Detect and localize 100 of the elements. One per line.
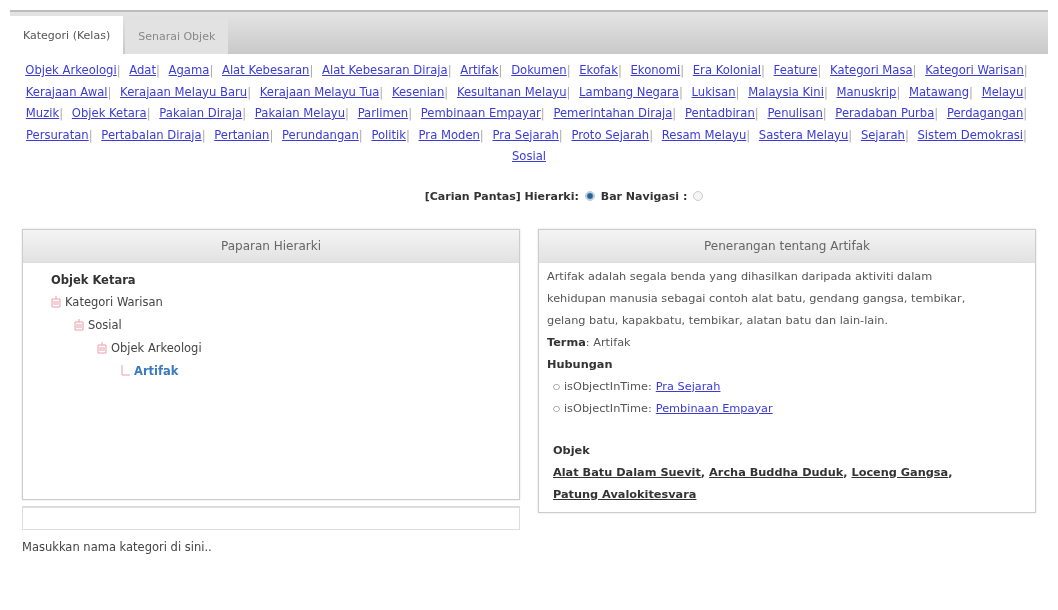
category-link[interactable]: Pertanian xyxy=(214,127,270,142)
category-link[interactable]: Persuratan xyxy=(26,127,89,142)
tree-item[interactable]: Kategori Warisan xyxy=(65,295,163,309)
radio-button[interactable] xyxy=(693,191,704,201)
category-link[interactable]: Artifak xyxy=(460,63,499,77)
category-link[interactable]: Pertabalan Diraja xyxy=(101,127,202,142)
object-link[interactable]: Patung Avalokitesvara xyxy=(553,487,697,501)
category-link[interactable]: Politik xyxy=(371,127,406,142)
category-link[interactable]: Era Kolonial xyxy=(692,63,761,77)
collapse-icon[interactable] xyxy=(74,319,84,331)
link-separator: | xyxy=(59,106,64,120)
category-link[interactable]: Perundangan xyxy=(281,127,359,142)
category-link[interactable]: Kerajaan Awal xyxy=(25,84,108,99)
link-separator: | xyxy=(540,106,545,120)
link-separator: | xyxy=(379,84,384,99)
tree-item[interactable]: Sosial xyxy=(88,318,122,332)
category-link[interactable]: Pakaian Diraja xyxy=(159,106,243,120)
link-separator: | xyxy=(735,84,740,99)
category-link[interactable]: Sistem Demokrasi xyxy=(917,127,1024,142)
link-separator: | xyxy=(822,106,827,120)
category-link[interactable]: Ekonomi xyxy=(630,63,681,77)
category-link[interactable]: Sosial xyxy=(511,149,546,163)
link-separator: | xyxy=(209,63,214,77)
relations-heading: Hubungan xyxy=(547,356,614,373)
link-separator: | xyxy=(904,127,909,142)
category-link[interactable]: Alat Kebesaran Diraja xyxy=(322,63,448,77)
category-link[interactable]: Kategori Warisan xyxy=(925,63,1024,77)
category-link[interactable]: Kesultanan Melayu xyxy=(456,84,567,99)
link-separator: | xyxy=(1023,106,1028,120)
category-link[interactable]: Dokumen xyxy=(511,63,567,77)
tree-line-icon xyxy=(120,365,130,377)
category-link[interactable]: Malaysia Kini xyxy=(748,84,824,99)
link-separator: | xyxy=(680,63,685,77)
object-link[interactable]: Alat Batu Dalam Suevit xyxy=(553,465,701,479)
link-separator: | xyxy=(566,84,571,99)
link-separator: | xyxy=(156,63,160,77)
link-separator: | xyxy=(309,63,314,77)
category-link[interactable]: Objek Ketara xyxy=(71,106,147,120)
category-link[interactable]: Muzik xyxy=(25,106,60,120)
category-link[interactable]: Kerajaan Melayu Tua xyxy=(259,84,380,99)
category-link[interactable]: Perdagangan xyxy=(946,106,1024,120)
link-separator: | xyxy=(88,127,93,142)
link-separator: | xyxy=(678,84,683,99)
link-separator: | xyxy=(408,106,413,120)
tree-item[interactable]: Objek Arkeologi xyxy=(111,341,202,355)
category-link[interactable]: Penulisan xyxy=(767,106,823,120)
link-separator: | xyxy=(848,127,853,142)
relation-property: isObjectInTime: xyxy=(564,378,652,395)
collapse-icon[interactable] xyxy=(97,342,107,354)
category-link[interactable]: Resam Melayu xyxy=(661,127,747,142)
link-separator: | xyxy=(969,84,973,99)
relation-link[interactable]: Pra Sejarah xyxy=(655,375,721,398)
category-link[interactable]: Lukisan xyxy=(691,84,736,99)
object-link[interactable]: Loceng Gangsa xyxy=(851,465,949,479)
radio-button[interactable] xyxy=(584,191,595,201)
objects-heading: Objek xyxy=(552,442,591,459)
category-link[interactable]: Pra Moden xyxy=(418,127,480,142)
panel-header: Paparan Hierarki xyxy=(23,229,519,263)
description-text: Artifak adalah segala benda yang dihasilkan daripada aktiviti dalam kehidupan manusia sebagai contoh alat batu, gendang gangsa, tembikar, gelang batu, kapakbatu, tembikar, alatan batu dan lain-lain. xyxy=(547,268,967,329)
category-link[interactable]: Ekofak xyxy=(579,63,618,77)
category-link[interactable]: Alat Kebesaran xyxy=(221,63,310,77)
link-separator: | xyxy=(754,106,759,120)
search-field[interactable] xyxy=(22,505,520,530)
link-separator: | xyxy=(566,63,571,77)
category-link[interactable]: Sastera Melayu xyxy=(758,127,849,142)
relation-link[interactable]: Pembinaan Empayar xyxy=(655,397,773,420)
link-separator: | xyxy=(558,127,563,142)
object-link[interactable]: Archa Buddha Duduk xyxy=(709,465,844,479)
category-link[interactable]: Parlimen xyxy=(357,106,409,120)
link-separator: | xyxy=(817,63,822,77)
category-link[interactable]: Pemerintahan Diraja xyxy=(553,106,673,120)
category-link[interactable]: Manuskrip xyxy=(836,84,897,99)
link-separator: | xyxy=(447,63,452,77)
category-link[interactable]: Kesenian xyxy=(391,84,445,99)
category-link[interactable]: Feature xyxy=(773,63,818,77)
category-link[interactable]: Lambang Negara xyxy=(579,84,679,99)
category-link[interactable]: Proto Sejarah xyxy=(571,127,650,142)
category-link[interactable]: Agama xyxy=(168,63,210,77)
link-separator: | xyxy=(649,127,654,142)
category-link[interactable]: Pra Sejarah xyxy=(492,127,559,142)
link-separator: | xyxy=(479,127,484,142)
category-link[interactable]: Pentadbiran xyxy=(684,106,755,120)
category-link[interactable]: Kerajaan Melayu Baru xyxy=(120,84,248,99)
category-link[interactable]: Objek Arkeologi xyxy=(25,63,117,77)
tab[interactable]: Kategori (Kelas) xyxy=(10,16,124,54)
category-link[interactable]: Peradaban Purba xyxy=(835,106,935,120)
category-link[interactable]: Melayu xyxy=(981,84,1024,99)
category-link[interactable]: Pembinaan Empayar xyxy=(420,106,541,120)
category-link[interactable]: Kategori Masa xyxy=(830,63,913,77)
link-separator: | xyxy=(672,106,677,120)
collapse-icon[interactable] xyxy=(51,296,61,308)
link-separator: | xyxy=(761,63,765,77)
category-link[interactable]: Pakaian Melayu xyxy=(254,106,346,120)
link-separator: | xyxy=(406,127,410,142)
bullet-icon: ○ xyxy=(553,397,560,420)
category-link[interactable]: Adat xyxy=(129,63,156,77)
category-link[interactable]: Matawang xyxy=(909,84,970,99)
category-link[interactable]: Sejarah xyxy=(860,127,905,142)
link-separator: | xyxy=(1023,127,1027,142)
tree-item[interactable]: Artifak xyxy=(134,364,179,378)
